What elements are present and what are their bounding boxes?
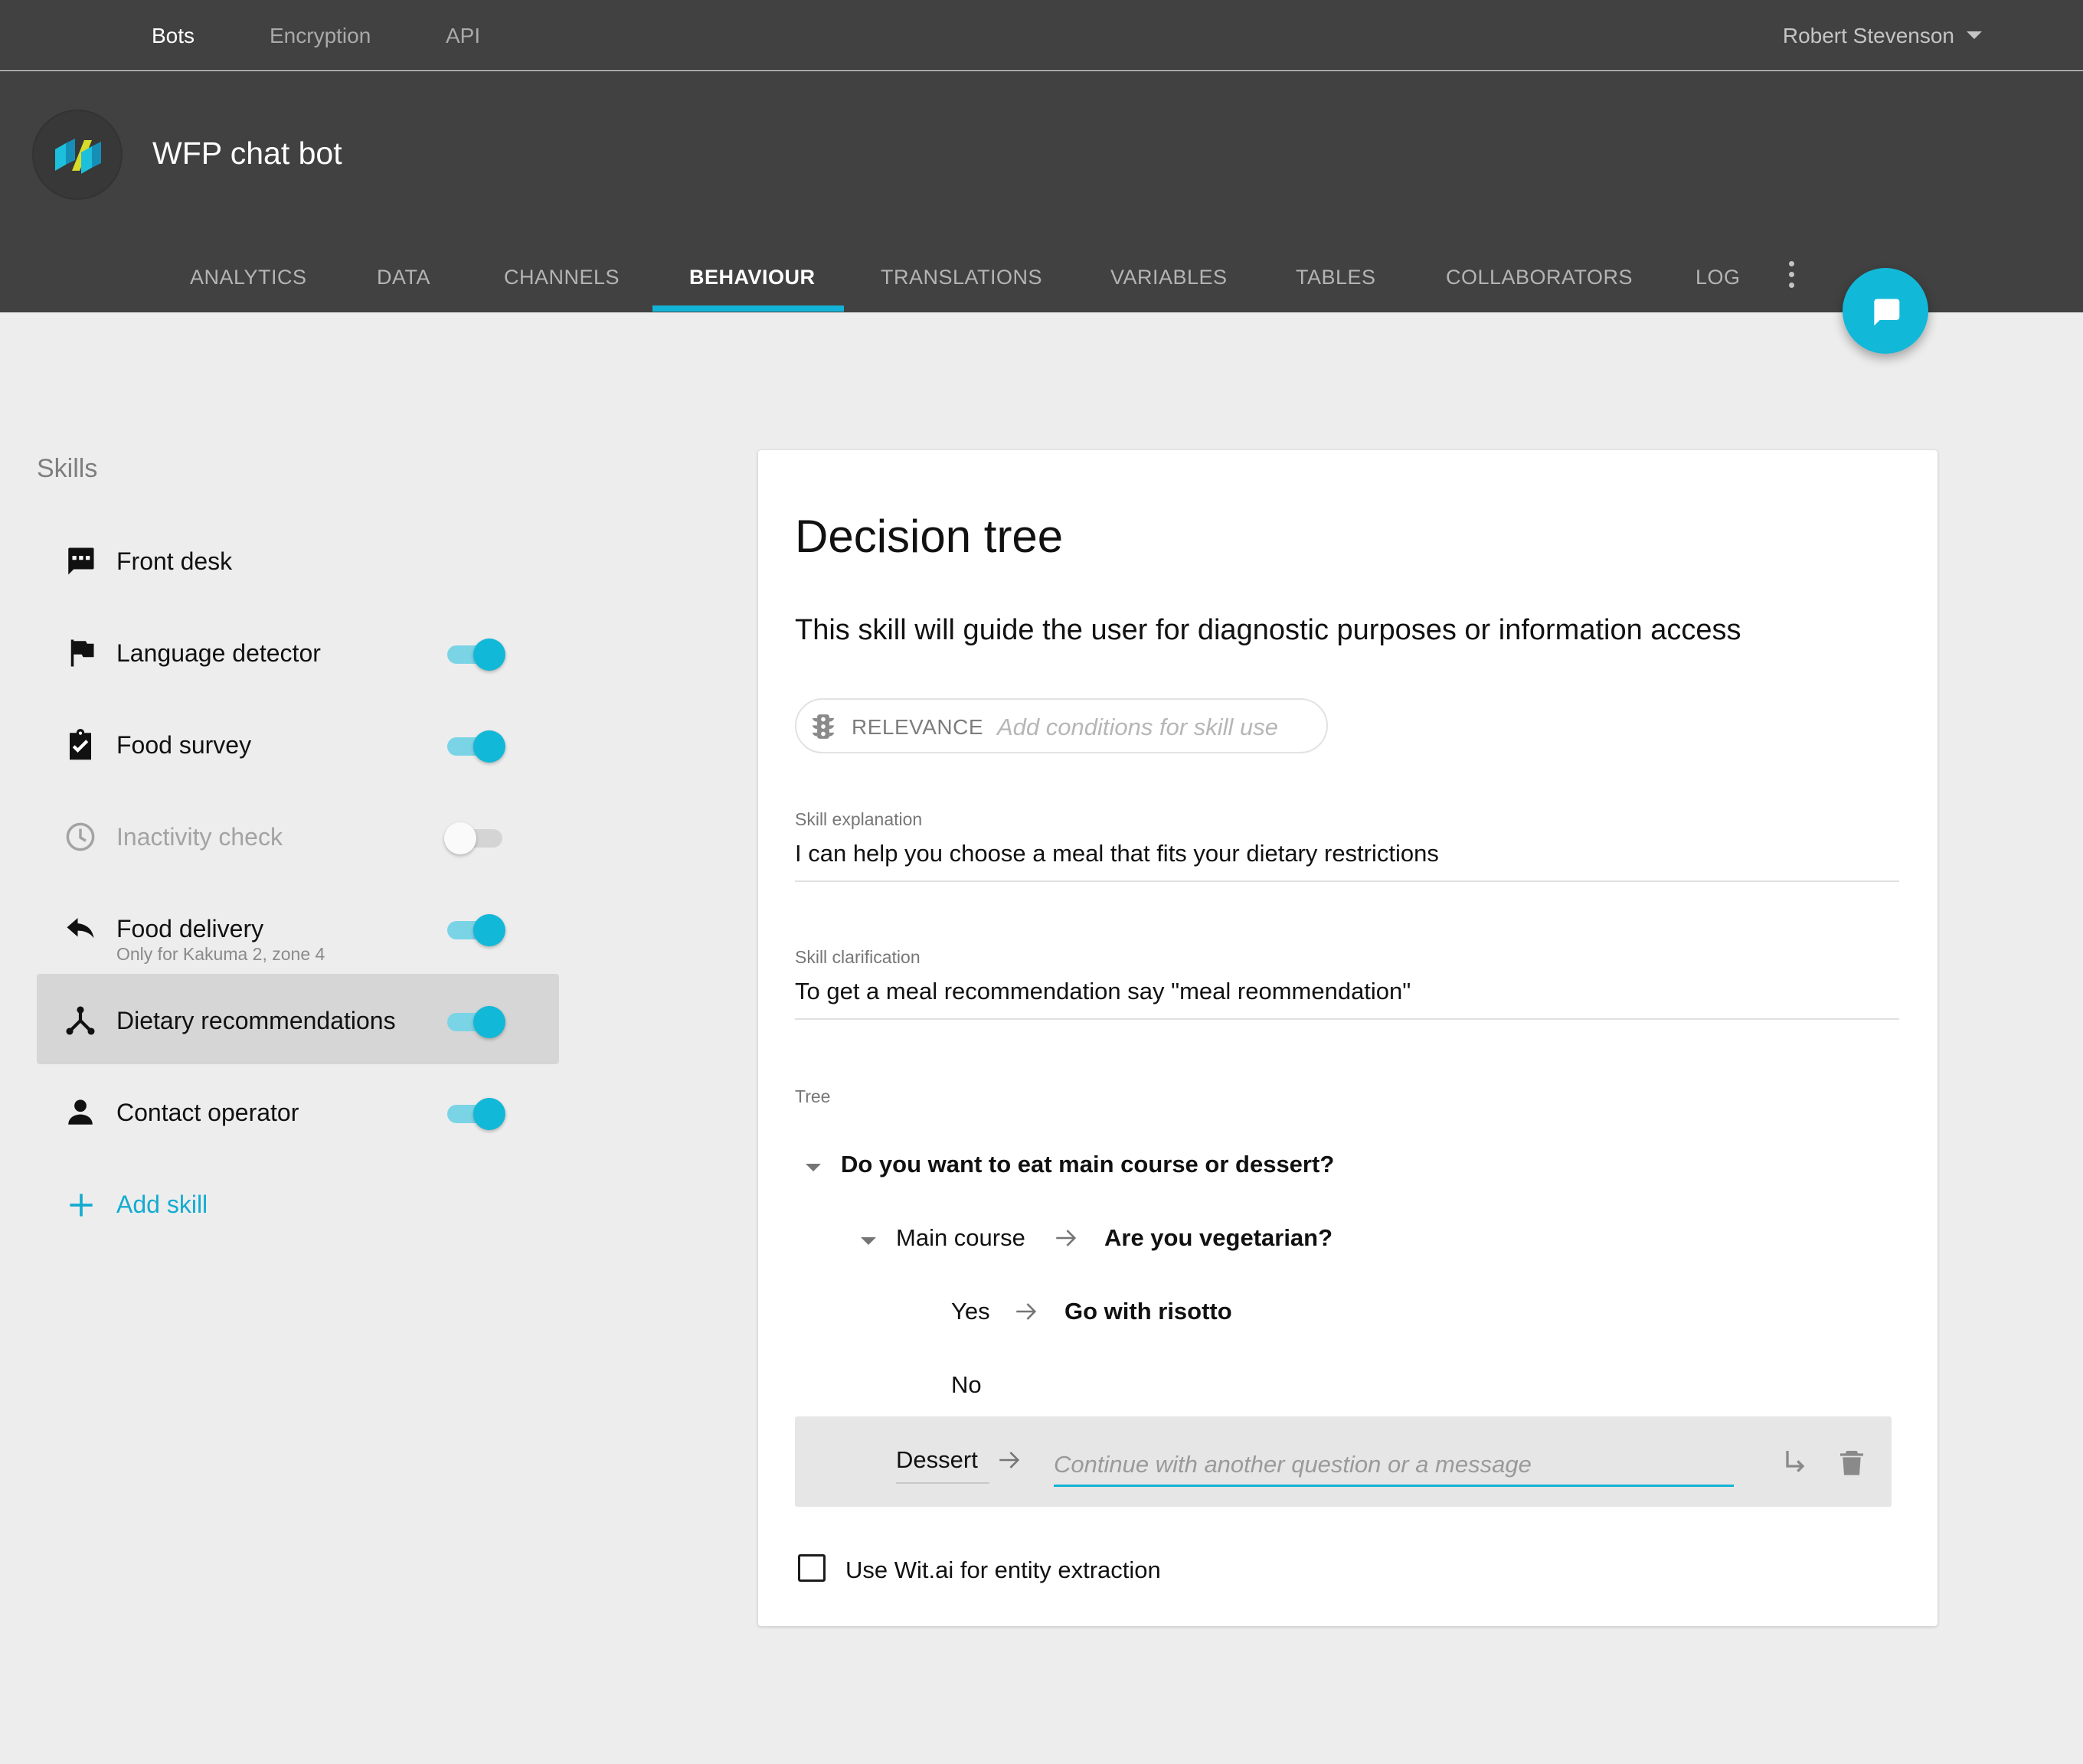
arrow-right-icon — [1016, 1303, 1037, 1320]
tab-collaborators[interactable]: COLLABORATORS — [1446, 265, 1633, 289]
person-icon — [68, 1099, 93, 1125]
clipboard-check-icon — [70, 729, 91, 760]
skill-toggle[interactable] — [444, 822, 502, 854]
topnav-bots[interactable]: Bots — [152, 23, 195, 49]
tree-root-question[interactable]: Do you want to eat main course or desser… — [841, 1150, 1334, 1179]
card-subtitle: This skill will guide the user for diagn… — [795, 614, 1741, 646]
bot-header: WFP chat bot ANALYTICS DATA CHANNELS BEH… — [0, 71, 2083, 312]
skill-inactivity-check[interactable]: Inactivity check — [37, 790, 559, 880]
relevance-label: RELEVANCE — [852, 715, 984, 739]
wit-ai-checkbox[interactable] — [798, 1554, 826, 1582]
skill-toggle[interactable] — [447, 730, 505, 763]
skill-label: Food survey — [116, 731, 252, 759]
tab-analytics[interactable]: ANALYTICS — [190, 265, 307, 289]
skill-clarification-input[interactable]: To get a meal recommendation say "meal r… — [795, 977, 1899, 1020]
tree-label: Tree — [795, 1086, 831, 1106]
skill-label: Dietary recommendations — [116, 1007, 396, 1034]
add-skill-label: Add skill — [116, 1191, 208, 1218]
tree-answer-dessert[interactable]: Dessert — [896, 1446, 989, 1484]
skill-explanation-input[interactable]: I can help you choose a meal that fits y… — [795, 839, 1899, 882]
arrow-right-icon — [1056, 1230, 1077, 1246]
tree-answer-yes[interactable]: Yes — [951, 1297, 990, 1326]
clock-icon — [66, 822, 95, 851]
skill-toggle[interactable] — [447, 639, 505, 671]
active-tab-indicator — [652, 305, 844, 312]
subdirectory-arrow-icon[interactable] — [1780, 1447, 1810, 1478]
card-title: Decision tree — [795, 511, 1064, 562]
tab-behaviour[interactable]: BEHAVIOUR — [689, 265, 816, 289]
chat-icon — [68, 547, 94, 575]
skill-language-detector[interactable]: Language detector — [37, 606, 559, 697]
tab-translations[interactable]: TRANSLATIONS — [881, 265, 1042, 289]
skill-front-desk[interactable]: Front desk — [37, 514, 559, 605]
skill-toggle[interactable] — [447, 1098, 505, 1130]
tab-channels[interactable]: CHANNELS — [504, 265, 620, 289]
topnav-api[interactable]: API — [446, 23, 480, 49]
tree-answer-no[interactable]: No — [951, 1370, 982, 1400]
skill-subtitle: Only for Kakuma 2, zone 4 — [116, 944, 325, 964]
chat-fab-button[interactable] — [1843, 268, 1928, 354]
traffic-light-icon — [812, 714, 835, 739]
reply-icon — [67, 918, 94, 939]
top-navbar: Bots Encryption API Robert Stevenson — [0, 0, 2083, 70]
bot-logo — [32, 109, 123, 200]
wit-ai-checkbox-label: Use Wit.ai for entity extraction — [845, 1557, 1161, 1583]
plus-icon — [70, 1194, 93, 1217]
skill-label: Inactivity check — [116, 823, 283, 851]
skill-toggle[interactable] — [447, 914, 505, 946]
skill-explanation-label: Skill explanation — [795, 809, 923, 829]
tree-result-risotto[interactable]: Go with risotto — [1064, 1297, 1232, 1326]
next-step-input[interactable] — [1054, 1444, 1734, 1487]
skill-food-survey[interactable]: Food survey — [37, 698, 559, 789]
collapse-arrow-icon[interactable] — [806, 1164, 821, 1171]
tab-tables[interactable]: TABLES — [1296, 265, 1376, 289]
trash-icon[interactable] — [1836, 1446, 1867, 1479]
tree-edit-row: Dessert — [795, 1416, 1892, 1507]
topnav-encryption[interactable]: Encryption — [270, 23, 371, 49]
skill-dietary-recommendations[interactable]: Dietary recommendations — [37, 974, 559, 1064]
skill-toggle[interactable] — [447, 1006, 505, 1038]
bot-logo-icon — [55, 139, 101, 174]
relevance-placeholder: Add conditions for skill use — [997, 714, 1279, 740]
tree-question-vegetarian[interactable]: Are you vegetarian? — [1104, 1223, 1333, 1253]
collapse-arrow-icon[interactable] — [861, 1237, 876, 1245]
flag-icon — [70, 639, 94, 667]
relevance-field[interactable]: RELEVANCE Add conditions for skill use — [795, 698, 1328, 753]
skill-label: Contact operator — [116, 1099, 299, 1126]
decision-tree-card: Decision tree This skill will guide the … — [758, 450, 1937, 1626]
tab-log[interactable]: LOG — [1696, 265, 1741, 289]
skill-label: Food delivery — [116, 915, 264, 942]
skill-label: Language detector — [116, 639, 321, 667]
decision-tree-icon — [66, 1006, 95, 1035]
skill-contact-operator[interactable]: Contact operator — [37, 1066, 559, 1156]
arrow-right-icon — [999, 1452, 1020, 1468]
chat-bubble-icon — [1874, 299, 1900, 326]
skills-heading: Skills — [37, 454, 98, 483]
tab-data[interactable]: DATA — [377, 265, 430, 289]
chevron-down-icon — [1967, 31, 1982, 39]
skill-label: Front desk — [116, 547, 233, 575]
user-name: Robert Stevenson — [1782, 24, 1954, 47]
bot-title: WFP chat bot — [152, 136, 342, 171]
more-vert-icon[interactable] — [1784, 261, 1800, 289]
skill-food-delivery[interactable]: Food delivery Only for Kakuma 2, zone 4 — [37, 882, 559, 972]
user-menu[interactable]: Robert Stevenson — [1783, 23, 1982, 49]
tab-variables[interactable]: VARIABLES — [1110, 265, 1228, 289]
tree-answer-main-course[interactable]: Main course — [896, 1223, 1025, 1253]
skill-clarification-label: Skill clarification — [795, 947, 921, 967]
